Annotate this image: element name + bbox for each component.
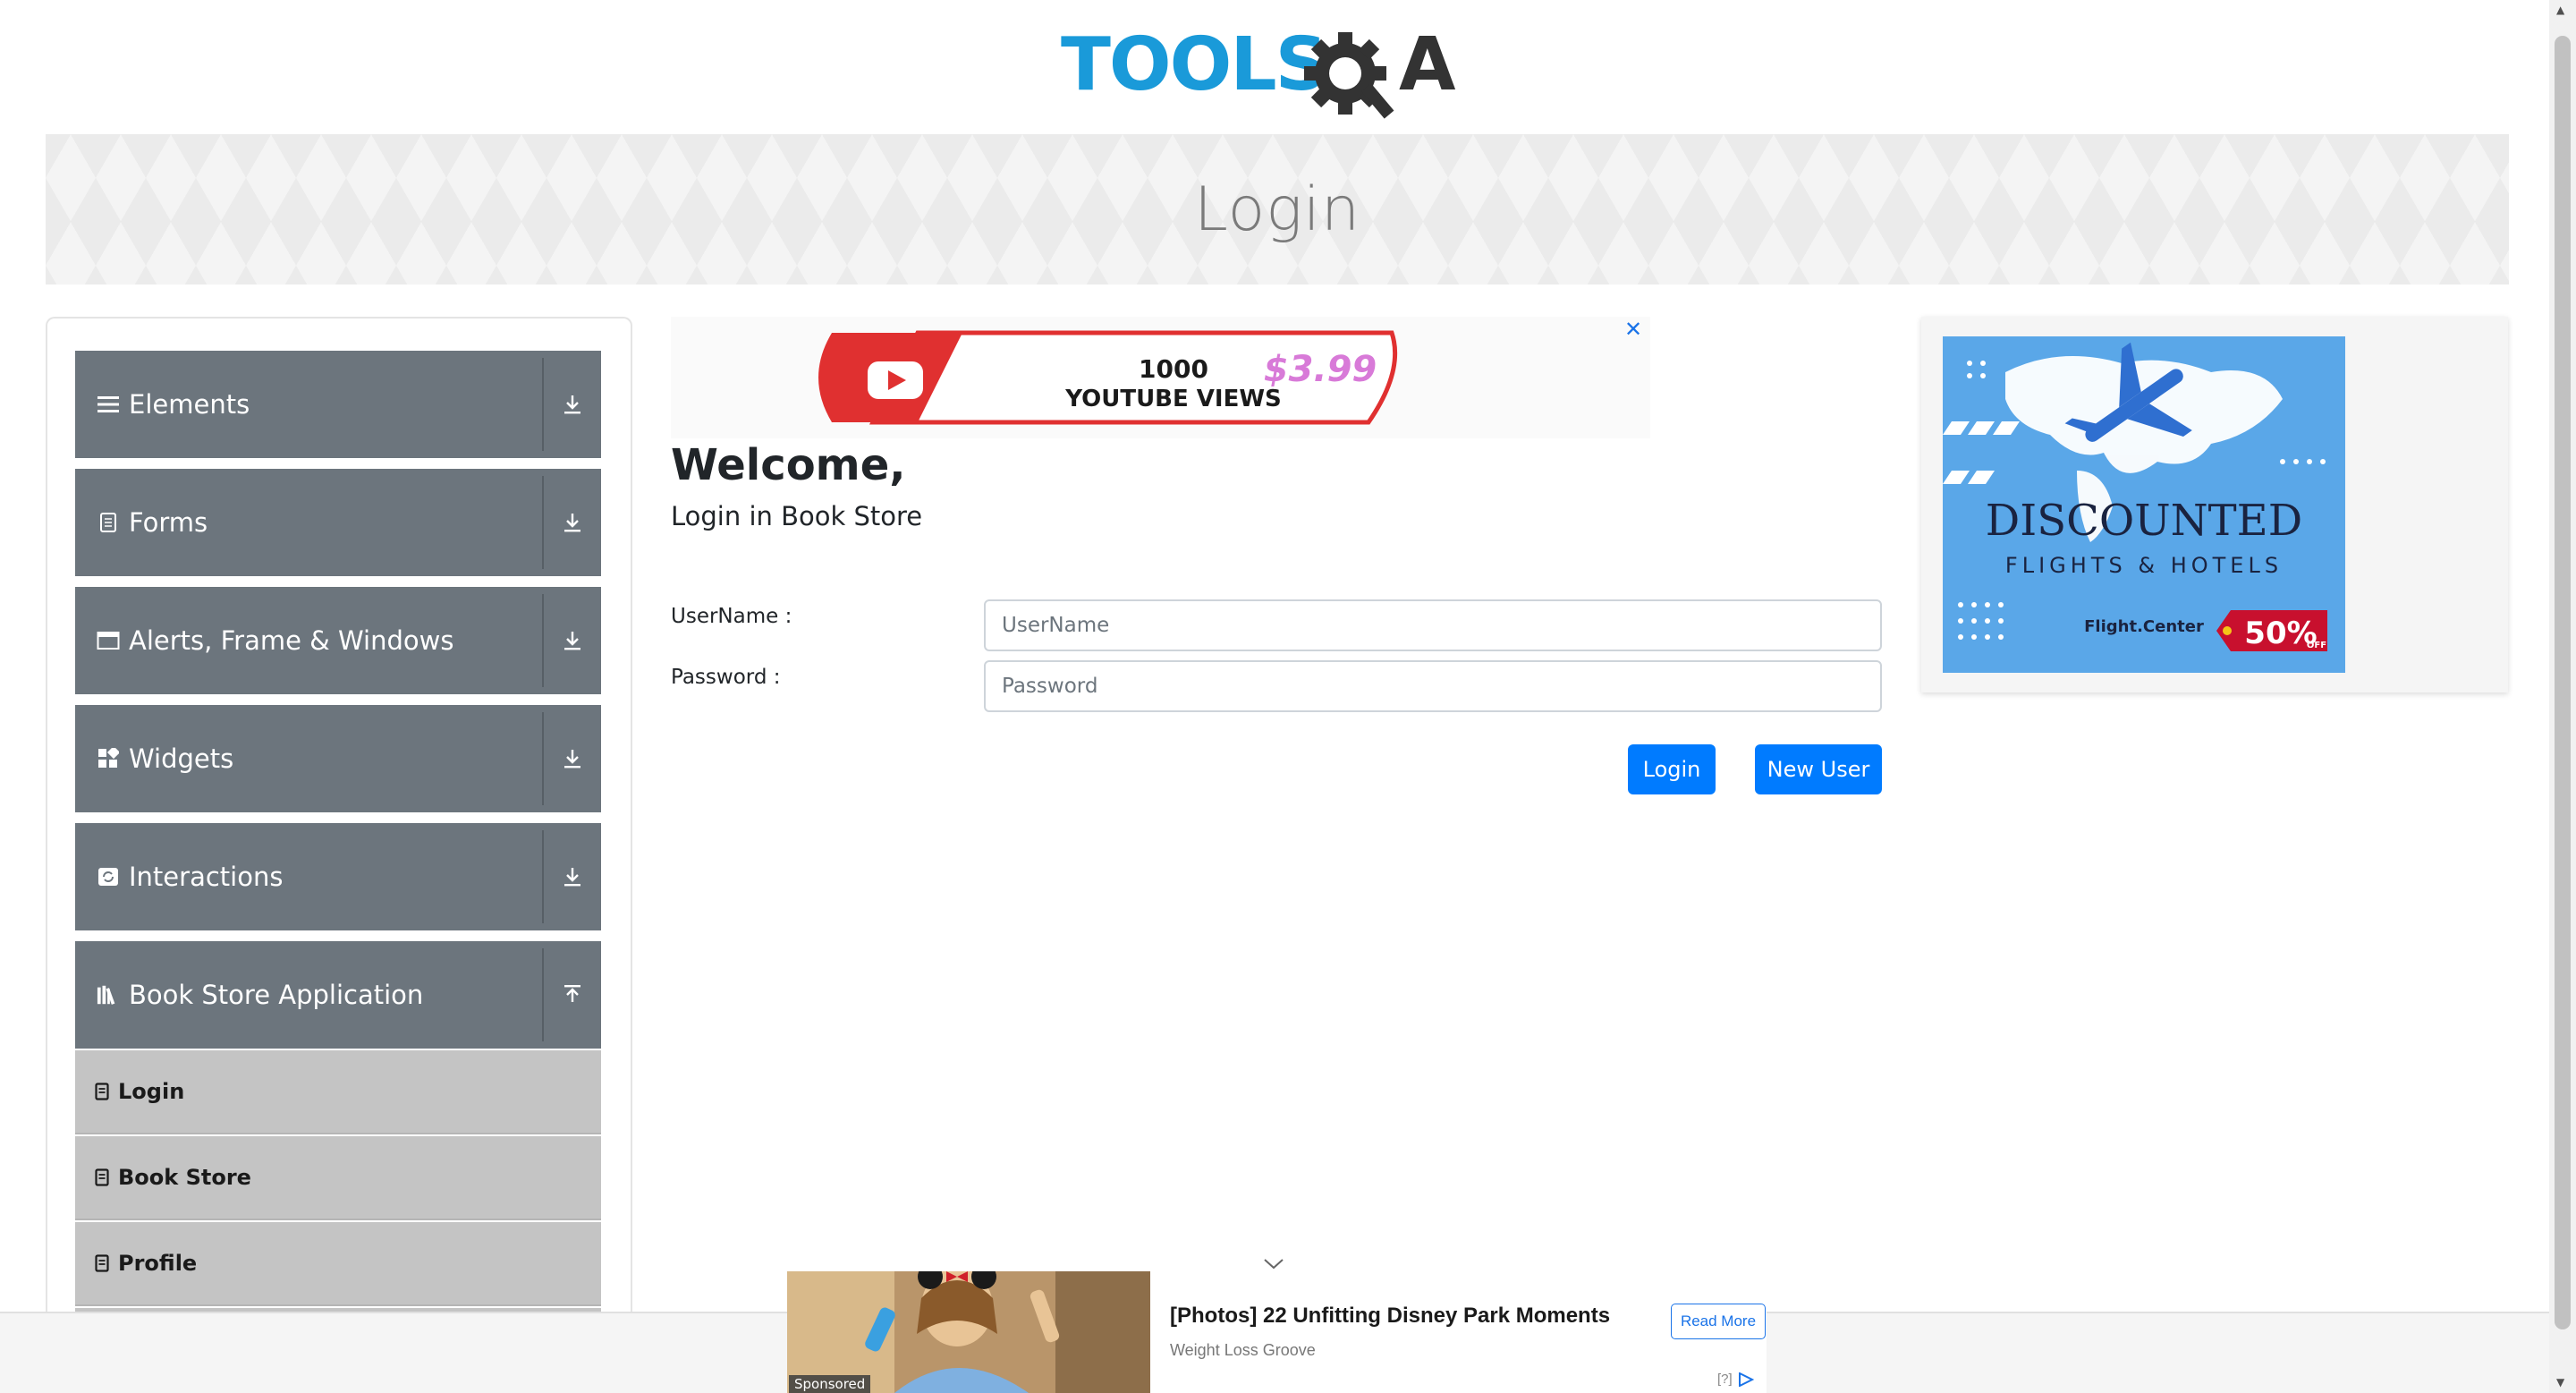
sidebar-group-interactions[interactable]: Interactions — [75, 823, 601, 930]
username-input[interactable] — [984, 599, 1882, 651]
sidebar-group-forms[interactable]: Forms — [75, 469, 601, 576]
sidebar-group-label: Book Store Application — [129, 980, 424, 1010]
new-user-button[interactable]: New User — [1755, 744, 1882, 794]
left-sidebar: Elements Forms Alerts, Frame & Windows W… — [46, 317, 632, 1393]
sponsored-label: Sponsored — [789, 1375, 871, 1393]
sidebar-group-widgets[interactable]: Widgets — [75, 705, 601, 812]
expand-arrow-icon[interactable] — [544, 866, 601, 888]
file-icon — [95, 1254, 109, 1272]
toolsqa-logo[interactable]: TOOLS A — [1061, 21, 1496, 122]
scroll-up-arrow-icon[interactable]: ▲ — [2556, 4, 2564, 16]
svg-text:OFF: OFF — [2307, 641, 2326, 650]
password-input[interactable] — [984, 660, 1882, 712]
divider — [542, 476, 544, 569]
ad-source: Weight Loss Groove — [1170, 1341, 1316, 1359]
svg-text:Flight.Center: Flight.Center — [2084, 617, 2204, 636]
right-ad-banner[interactable]: DISCOUNTED FLIGHTS & HOTELS Flight.Cente… — [1921, 317, 2508, 692]
interactions-icon — [97, 865, 120, 888]
login-subtitle: Login in Book Store — [671, 501, 923, 531]
divider — [542, 948, 544, 1041]
svg-text:A: A — [1399, 22, 1456, 107]
expand-arrow-icon[interactable] — [544, 394, 601, 415]
sidebar-item-profile[interactable]: Profile — [75, 1222, 601, 1306]
page-banner: Login — [46, 134, 2509, 285]
sidebar-group-elements[interactable]: Elements — [75, 351, 601, 458]
svg-text:1000: 1000 — [1139, 354, 1208, 384]
svg-text:YOUTUBE VIEWS: YOUTUBE VIEWS — [1064, 386, 1282, 412]
scroll-down-arrow-icon[interactable]: ▼ — [2556, 1376, 2564, 1389]
top-ad-banner[interactable]: 1000 YOUTUBE VIEWS $3.99 — [671, 317, 1650, 438]
sidebar-item-login[interactable]: Login — [75, 1050, 601, 1134]
expand-arrow-icon[interactable] — [544, 512, 601, 533]
flight-ad-graphic: DISCOUNTED FLIGHTS & HOTELS Flight.Cente… — [1943, 336, 2345, 673]
flight-center-ad[interactable]: DISCOUNTED FLIGHTS & HOTELS Flight.Cente… — [1943, 336, 2345, 673]
divider — [542, 594, 544, 687]
expand-arrow-icon[interactable] — [544, 748, 601, 769]
ad-info-label: [?] — [1717, 1372, 1733, 1387]
file-icon — [95, 1083, 109, 1100]
svg-text:DISCOUNTED: DISCOUNTED — [1986, 496, 2302, 546]
books-icon — [97, 983, 120, 1007]
page-title: Login — [1193, 174, 1361, 245]
svg-text:$3.99: $3.99 — [1264, 349, 1377, 390]
login-button[interactable]: Login — [1628, 744, 1716, 794]
divider — [542, 830, 544, 923]
ad-info-icon[interactable]: [?] — [1717, 1372, 1755, 1388]
document-icon — [97, 511, 120, 534]
sidebar-group-book-store[interactable]: Book Store Application — [75, 941, 601, 1049]
sponsored-ad[interactable]: Sponsored [Photos] 22 Unfitting Disney P… — [787, 1271, 1767, 1393]
widgets-icon — [97, 747, 120, 770]
list-icon — [97, 393, 120, 416]
read-more-button[interactable]: Read More — [1671, 1304, 1766, 1339]
sidebar-group-alerts[interactable]: Alerts, Frame & Windows — [75, 587, 601, 694]
sidebar-group-label: Forms — [129, 507, 208, 538]
ad-headline[interactable]: [Photos] 22 Unfitting Disney Park Moment… — [1170, 1304, 1610, 1329]
welcome-heading: Welcome, — [671, 440, 906, 490]
collapse-arrow-icon[interactable] — [544, 984, 601, 1006]
sidebar-group-label: Widgets — [129, 743, 234, 774]
sidebar-item-label: Login — [118, 1079, 185, 1104]
divider — [542, 712, 544, 805]
svg-text:TOOLS: TOOLS — [1061, 22, 1326, 107]
sidebar-group-label: Elements — [129, 389, 250, 420]
sidebar-item-label: Book Store — [118, 1165, 251, 1190]
sidebar-item-book-store[interactable]: Book Store — [75, 1136, 601, 1220]
sidebar-group-label: Interactions — [129, 862, 284, 892]
expand-arrow-icon[interactable] — [544, 630, 601, 651]
ad-close-icon[interactable]: ✕ — [1624, 319, 1642, 340]
youtube-views-ad-graphic: 1000 YOUTUBE VIEWS $3.99 — [818, 330, 1398, 425]
divider — [542, 358, 544, 451]
password-label: Password : — [671, 666, 781, 689]
username-label: UserName : — [671, 605, 792, 628]
file-icon — [95, 1168, 109, 1186]
sidebar-item-label: Profile — [118, 1251, 198, 1276]
scrollbar-thumb[interactable] — [2555, 36, 2571, 1329]
ad-thumbnail[interactable]: Sponsored — [787, 1271, 1150, 1393]
sidebar-group-label: Alerts, Frame & Windows — [129, 625, 454, 656]
window-icon — [97, 629, 120, 652]
vertical-scrollbar[interactable]: ▲ ▼ — [2549, 0, 2576, 1393]
svg-text:FLIGHTS & HOTELS: FLIGHTS & HOTELS — [2005, 553, 2283, 578]
